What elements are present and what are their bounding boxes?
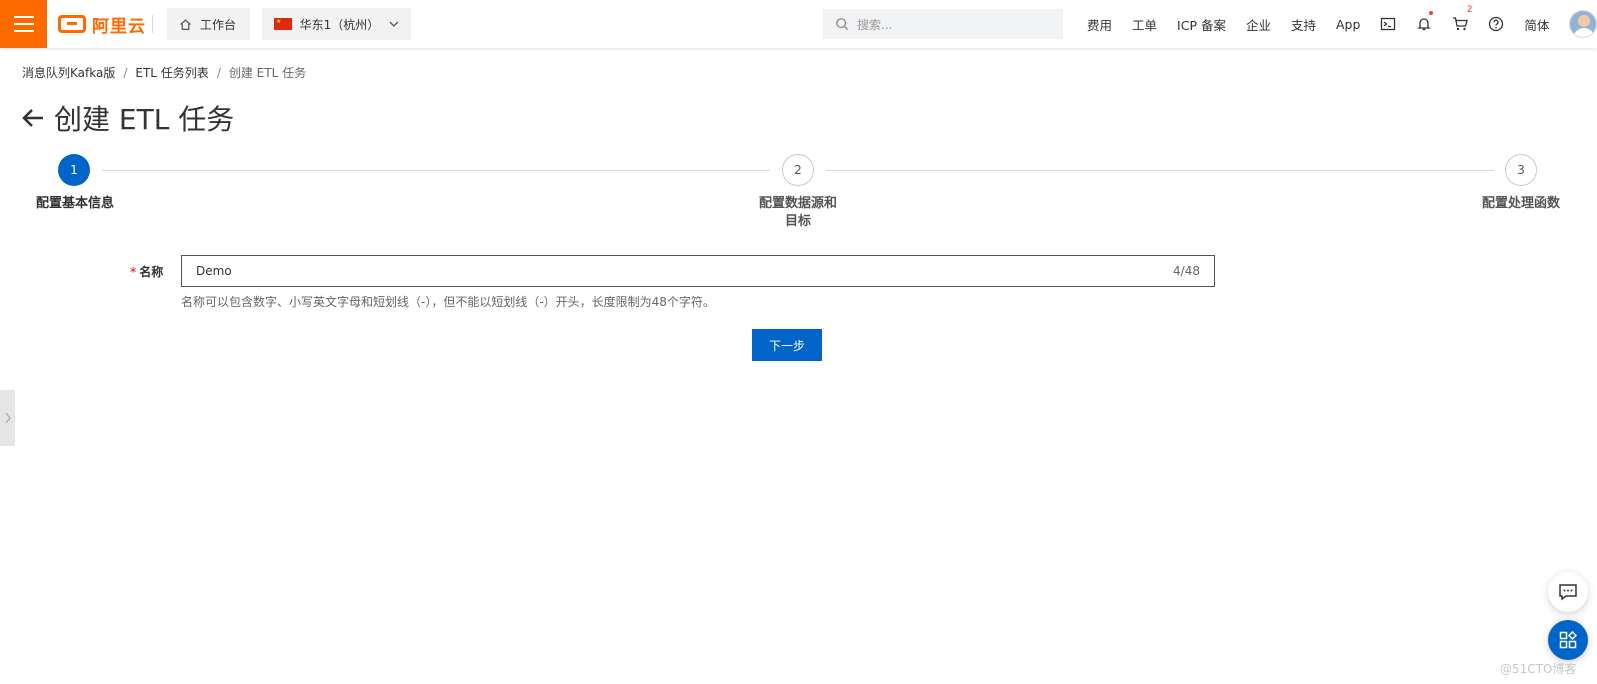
nav-app[interactable]: App xyxy=(1326,17,1370,32)
chevron-right-icon xyxy=(4,412,11,424)
home-icon xyxy=(180,18,191,30)
breadcrumb-etl-list[interactable]: ETL 任务列表 xyxy=(135,64,208,81)
region-label: 华东1（杭州） xyxy=(299,17,380,32)
workbench-label: 工作台 xyxy=(200,17,237,32)
step-3-indicator: 3 xyxy=(1505,154,1537,186)
help-icon xyxy=(1489,16,1504,32)
search-icon xyxy=(836,18,849,31)
nav-fees[interactable]: 费用 xyxy=(1077,15,1122,34)
side-panel-toggle[interactable] xyxy=(0,390,15,446)
breadcrumb-kafka[interactable]: 消息队列Kafka版 xyxy=(22,64,115,81)
search-input[interactable]: 搜索... xyxy=(823,9,1063,39)
brand-name: 阿里云 xyxy=(92,16,146,37)
user-avatar[interactable] xyxy=(1569,10,1597,38)
help-button[interactable] xyxy=(1478,0,1514,48)
notification-dot xyxy=(1429,11,1434,15)
terminal-icon xyxy=(1381,17,1396,31)
nav-enterprise[interactable]: 企业 xyxy=(1236,15,1281,34)
name-char-count: 4/48 xyxy=(1173,264,1200,278)
brand-logo[interactable]: 阿里云 xyxy=(58,12,146,37)
name-help-text: 名称可以包含数字、小写英文字母和短划线（-），但不能以短划线（-）开头，长度限制… xyxy=(181,295,715,309)
step-2-label: 配置数据源和 目标 xyxy=(743,195,853,231)
chevron-down-icon xyxy=(389,21,399,27)
apps-float-button[interactable] xyxy=(1548,620,1588,660)
step-3-label: 配置处理函数 xyxy=(1481,196,1560,211)
cart-icon xyxy=(1452,17,1468,31)
step-connector xyxy=(102,170,770,171)
cart-count-badge: 2 xyxy=(1466,5,1473,15)
name-field-label: * 名称 xyxy=(130,263,163,280)
notifications-button[interactable] xyxy=(1406,0,1442,48)
step-2-label-line2: 目标 xyxy=(784,214,811,229)
chat-bubble-icon xyxy=(1559,584,1577,601)
next-step-button[interactable]: 下一步 xyxy=(752,329,822,361)
name-input-value: Demo xyxy=(196,264,232,278)
step-1-indicator: 1 xyxy=(58,154,90,186)
step-2-indicator: 2 xyxy=(782,154,814,186)
name-label-text: 名称 xyxy=(139,265,164,279)
breadcrumb-separator: / xyxy=(216,65,221,80)
hamburger-menu-icon[interactable] xyxy=(0,0,47,48)
search-placeholder: 搜索... xyxy=(857,17,893,32)
region-selector[interactable]: 华东1（杭州） xyxy=(262,8,411,40)
breadcrumb-current: 创建 ETL 任务 xyxy=(228,66,307,80)
workbench-button[interactable]: 工作台 xyxy=(167,8,250,40)
terminal-button[interactable] xyxy=(1370,0,1406,48)
aliyun-logo-icon xyxy=(58,15,86,33)
page-title: 创建 ETL 任务 xyxy=(54,103,235,136)
watermark: @51CTO博客 xyxy=(1500,662,1577,676)
cart-button[interactable]: 2 xyxy=(1442,0,1478,48)
page-header: 创建 ETL 任务 xyxy=(20,98,234,138)
nav-support[interactable]: 支持 xyxy=(1281,15,1326,34)
breadcrumb: 消息队列Kafka版 / ETL 任务列表 / 创建 ETL 任务 xyxy=(22,64,306,81)
top-navigation-bar: 阿里云 工作台 华东1（杭州） 搜索... 费用 工单 ICP 备案 企业 支持… xyxy=(0,0,1597,48)
china-flag-icon xyxy=(274,18,292,30)
wizard-steps: 1 配置基本信息 2 配置数据源和 目标 3 配置处理函数 xyxy=(0,154,1597,234)
breadcrumb-separator: / xyxy=(123,65,128,80)
name-input[interactable]: Demo 4/48 xyxy=(181,255,1215,287)
bell-icon xyxy=(1417,18,1431,31)
nav-icp[interactable]: ICP 备案 xyxy=(1167,15,1236,34)
top-nav-links: 费用 工单 ICP 备案 企业 支持 App 2 简体 xyxy=(1077,0,1597,48)
language-switch[interactable]: 简体 xyxy=(1514,15,1559,34)
step-2-label-line1: 配置数据源和 xyxy=(758,196,837,211)
nav-tickets[interactable]: 工单 xyxy=(1122,15,1167,34)
required-mark: * xyxy=(130,265,137,279)
back-arrow-icon[interactable] xyxy=(20,105,46,131)
step-connector xyxy=(826,170,1494,171)
step-1-label: 配置基本信息 xyxy=(35,196,114,211)
apps-grid-icon xyxy=(1559,631,1577,649)
feedback-chat-button[interactable] xyxy=(1548,572,1588,612)
logo-divider xyxy=(152,15,153,33)
